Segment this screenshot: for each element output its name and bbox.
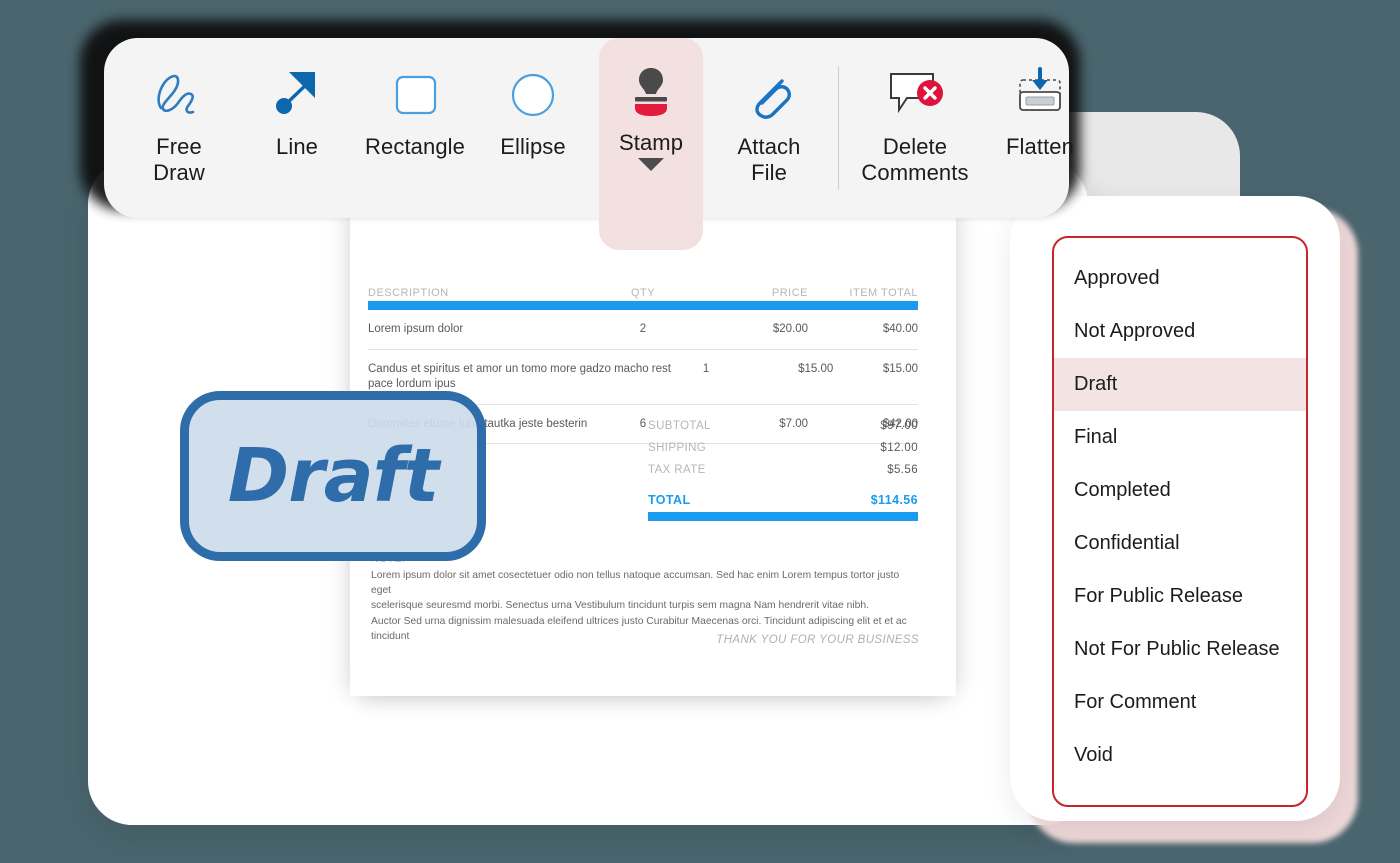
rectangle-icon (387, 64, 443, 126)
cell-total: $40.00 (882, 323, 918, 335)
toolbar-button-line[interactable]: Line (238, 38, 356, 160)
toolbar-label-ellipse: Ellipse (500, 134, 566, 159)
cell-description: Lorem ipsum dolor (368, 323, 464, 335)
totals-label: TAX RATE (648, 464, 706, 476)
totals-value: $12.00 (880, 442, 918, 454)
totals-value: $5.56 (887, 464, 918, 476)
paperclip-icon (741, 64, 797, 126)
draft-stamp-overlay[interactable]: Draft (180, 391, 486, 561)
grand-total-row: TOTAL $114.56 (648, 493, 918, 507)
toolbar-button-flatten[interactable]: Flatten (981, 38, 1099, 160)
toolbar-button-stamp[interactable]: Stamp (599, 38, 703, 250)
toolbar-label-free-draw: Free Draw (153, 134, 205, 185)
totals-label: SUBTOTAL (648, 420, 711, 432)
note-line: scelerisque seuresmd morbi. Senectus urn… (371, 600, 869, 612)
totals-row-tax-rate: TAX RATE $5.56 (648, 459, 918, 481)
menu-item-approved[interactable]: Approved (1054, 252, 1306, 305)
table-header-accent-bar (368, 301, 918, 310)
totals-row-shipping: SHIPPING $12.00 (648, 437, 918, 459)
menu-item-confidential[interactable]: Confidential (1054, 517, 1306, 570)
column-header-item-total: ITEM TOTAL (849, 287, 918, 299)
toolbar-button-rectangle[interactable]: Rectangle (356, 38, 474, 160)
menu-item-final[interactable]: Final (1054, 411, 1306, 464)
annotation-toolbar: Free Draw Line Rectangle Ellipse Stamp A… (104, 38, 1074, 250)
draft-stamp-text: Draft (227, 433, 439, 519)
invoice-totals: SUBTOTAL $97.00 SHIPPING $12.00 TAX RATE… (648, 415, 918, 521)
grand-total-label: TOTAL (648, 493, 691, 507)
flatten-icon (1010, 64, 1070, 126)
menu-item-void[interactable]: Void (1054, 729, 1306, 782)
cell-qty: 2 (639, 323, 647, 335)
menu-item-not-for-public-release[interactable]: Not For Public Release (1054, 623, 1306, 676)
toolbar-label-flatten: Flatten (1006, 134, 1074, 159)
table-row: Lorem ipsum dolor 2 $20.00 $40.00 (368, 310, 918, 350)
cell-price: $15.00 (798, 362, 834, 375)
grand-total-accent-bar (648, 512, 918, 521)
cell-description: Candus et spiritus et amor un tomo more … (368, 362, 671, 391)
column-header-description: DESCRIPTION (368, 287, 449, 299)
delete-comment-icon (883, 64, 947, 126)
toolbar-label-stamp: Stamp (618, 130, 684, 155)
toolbar-button-delete-comments[interactable]: Delete Comments (849, 38, 981, 186)
totals-row-subtotal: SUBTOTAL $97.00 (648, 415, 918, 437)
menu-item-draft[interactable]: Draft (1054, 358, 1306, 411)
invoice-note: NOTE: Lorem ipsum dolor sit amet cosecte… (371, 553, 919, 644)
totals-value: $97.00 (880, 420, 918, 432)
toolbar-button-ellipse[interactable]: Ellipse (474, 38, 592, 160)
menu-item-completed[interactable]: Completed (1054, 464, 1306, 517)
free-draw-icon (149, 64, 209, 126)
menu-item-not-approved[interactable]: Not Approved (1054, 305, 1306, 358)
note-line: Lorem ipsum dolor sit amet cosectetuer o… (371, 570, 900, 597)
toolbar-button-attach-file[interactable]: Attach File (710, 38, 828, 186)
toolbar-label-delete-comments: Delete Comments (861, 134, 969, 185)
screenshot-stage: DESCRIPTION QTY PRICE ITEM TOTAL Lorem i… (0, 0, 1400, 863)
stamp-dropdown-menu: Approved Not Approved Draft Final Comple… (1052, 236, 1308, 807)
toolbar-label-line: Line (276, 134, 318, 159)
invoice-footer-text: THANK YOU FOR YOUR BUSINESS (716, 634, 919, 646)
cell-price: $20.00 (772, 323, 808, 335)
column-header-qty: QTY (630, 287, 656, 299)
menu-item-for-comment[interactable]: For Comment (1054, 676, 1306, 729)
table-header-row: DESCRIPTION QTY PRICE ITEM TOTAL (368, 287, 918, 299)
cell-qty: 1 (702, 362, 710, 375)
stamp-icon (623, 60, 679, 122)
totals-label: SHIPPING (648, 442, 707, 454)
grand-total-value: $114.56 (870, 493, 918, 507)
chevron-down-icon[interactable] (638, 157, 664, 171)
menu-item-for-public-release[interactable]: For Public Release (1054, 570, 1306, 623)
toolbar-button-free-draw[interactable]: Free Draw (120, 38, 238, 186)
toolbar-divider (838, 66, 839, 190)
line-arrow-icon (269, 64, 325, 126)
toolbar-label-rectangle: Rectangle (365, 134, 465, 159)
cell-total: $15.00 (882, 362, 919, 375)
ellipse-icon (505, 64, 561, 126)
column-header-price: PRICE (771, 287, 808, 299)
toolbar-label-attach-file: Attach File (737, 134, 801, 185)
